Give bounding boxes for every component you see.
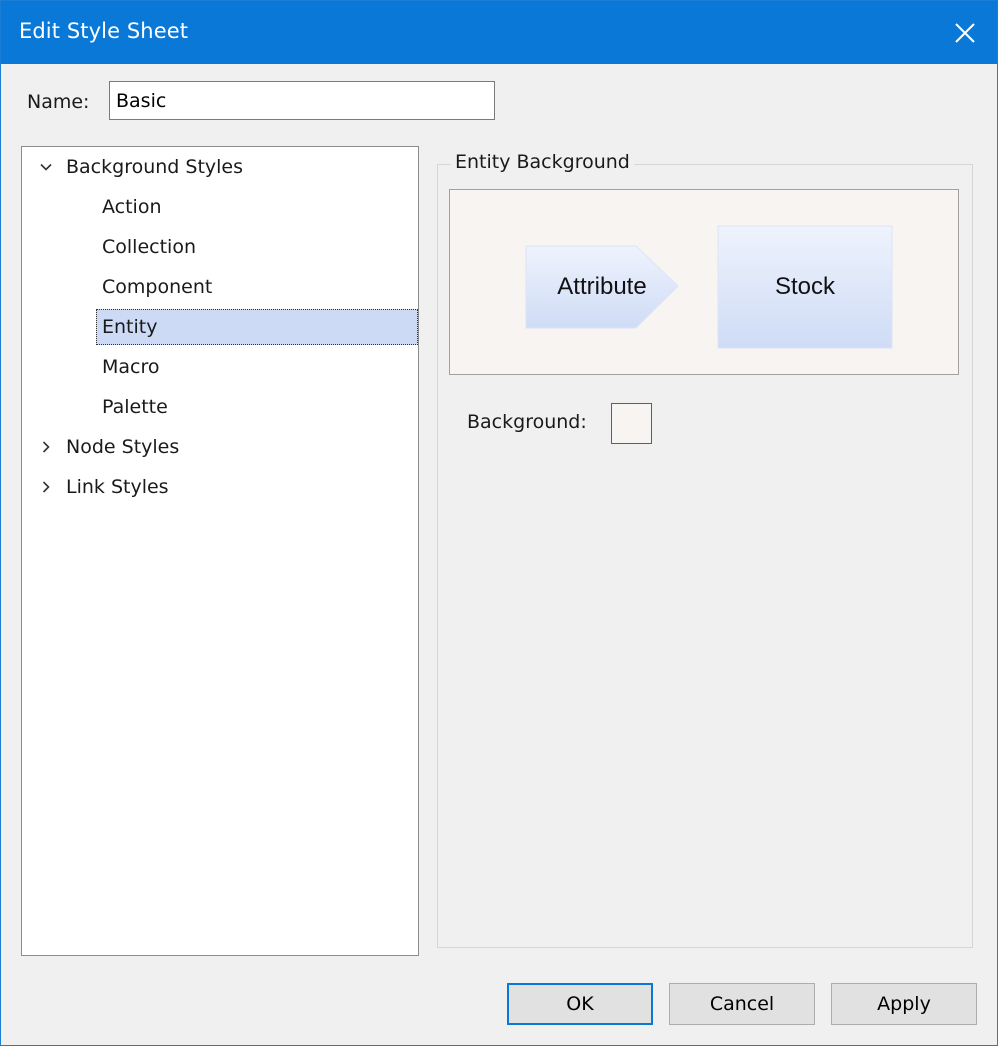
tree-item-label: Entity [102, 316, 158, 338]
tree-item-label: Background Styles [66, 156, 244, 178]
name-input[interactable] [109, 81, 495, 120]
tree-item-collection[interactable]: Collection [102, 229, 196, 265]
apply-button[interactable]: Apply [831, 983, 977, 1025]
tree-item-label: Node Styles [66, 436, 180, 458]
ok-button[interactable]: OK [507, 983, 653, 1025]
tree-item-label: Component [102, 276, 213, 298]
tree-item-label: Link Styles [66, 476, 169, 498]
title-bar[interactable]: Edit Style Sheet [1, 1, 997, 64]
close-button[interactable] [933, 1, 997, 64]
attribute-label: Attribute [557, 273, 646, 300]
tree-item-palette[interactable]: Palette [102, 389, 168, 425]
chevron-right-icon[interactable] [38, 469, 54, 505]
group-title: Entity Background [451, 151, 634, 173]
tree-item-label: Collection [102, 236, 196, 258]
tree-item-label: Action [102, 196, 162, 218]
tree-item-macro[interactable]: Macro [102, 349, 160, 385]
background-color-swatch[interactable] [611, 403, 652, 444]
close-icon [955, 22, 975, 43]
background-label: Background: [467, 411, 587, 433]
cancel-button[interactable]: Cancel [669, 983, 815, 1025]
chevron-down-icon[interactable] [38, 149, 54, 185]
tree-item-action[interactable]: Action [102, 189, 162, 225]
chevron-right-icon[interactable] [38, 429, 54, 465]
tree-item-component[interactable]: Component [102, 269, 212, 305]
tree-item-label: Palette [102, 396, 168, 418]
window-title: Edit Style Sheet [19, 19, 189, 43]
tree-item-link-styles[interactable]: Link Styles [42, 469, 169, 505]
tree-item-label: Macro [102, 356, 160, 378]
tree-item-background-styles[interactable]: Background Styles [40, 149, 244, 185]
attribute-node: Attribute [525, 245, 679, 329]
style-preview: Attribute Stock [449, 189, 959, 375]
tree-item-entity[interactable]: Entity [96, 309, 418, 345]
style-tree[interactable]: Background Styles Action Collection Comp… [21, 146, 419, 956]
stock-label: Stock [775, 273, 836, 300]
stock-node: Stock [717, 225, 893, 349]
tree-item-node-styles[interactable]: Node Styles [42, 429, 180, 465]
edit-style-sheet-dialog: Edit Style Sheet Name: Background Styles… [0, 0, 998, 1046]
name-label: Name: [27, 91, 90, 113]
